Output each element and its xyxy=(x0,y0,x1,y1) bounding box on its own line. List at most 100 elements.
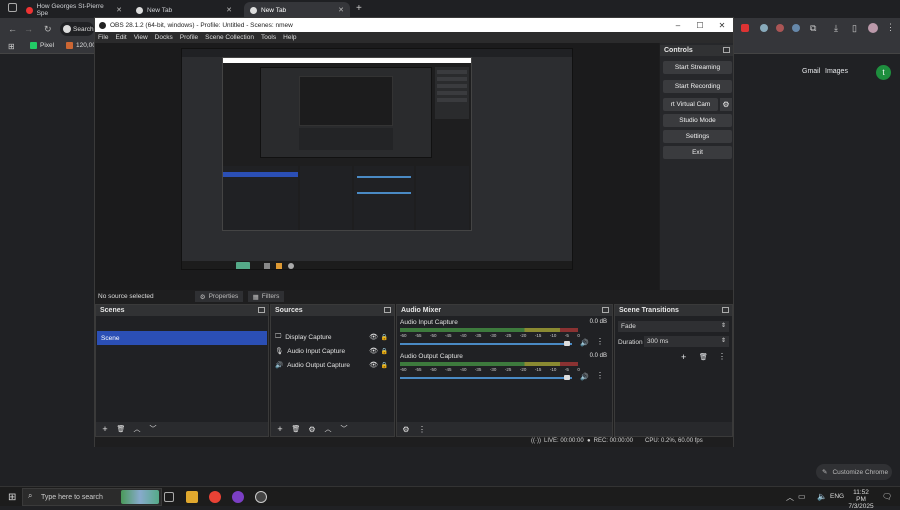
channel-menu-icon[interactable]: ⋮ xyxy=(596,371,604,380)
taskbar-clock[interactable]: 11:52 PM 7/3/2025 xyxy=(848,489,874,510)
eye-icon[interactable]: 👁 xyxy=(369,333,378,341)
images-link[interactable]: Images xyxy=(825,68,848,75)
extension-icon[interactable] xyxy=(760,24,768,32)
volume-icon[interactable]: 🔈 xyxy=(817,492,827,501)
transition-select[interactable]: Fade ⇕ xyxy=(618,321,729,332)
move-up-icon[interactable]: ︿ xyxy=(321,423,335,435)
exit-button[interactable]: Exit xyxy=(663,146,732,159)
back-icon[interactable]: ← xyxy=(8,24,17,34)
tab-search-icon[interactable] xyxy=(8,3,17,12)
menu-profile[interactable]: Profile xyxy=(180,34,198,41)
menu-tools[interactable]: Tools xyxy=(261,34,276,41)
close-icon[interactable]: ✕ xyxy=(711,18,733,32)
advanced-audio-gear-icon[interactable]: ⚙ xyxy=(399,423,413,435)
move-up-icon[interactable]: ︿ xyxy=(130,423,144,435)
network-icon[interactable]: ▭ xyxy=(798,492,806,501)
undock-icon[interactable] xyxy=(258,307,265,313)
volume-slider[interactable] xyxy=(400,377,572,379)
chrome-tab[interactable]: How Georges St-Pierre Spe ✕ xyxy=(20,2,128,18)
menu-file[interactable]: File xyxy=(98,34,108,41)
volume-slider[interactable] xyxy=(400,343,572,345)
undock-icon[interactable] xyxy=(602,307,609,313)
settings-button[interactable]: Settings xyxy=(663,130,732,143)
profile-avatar[interactable] xyxy=(868,23,878,33)
add-scene-icon[interactable]: + xyxy=(98,423,112,435)
menu-edit[interactable]: Edit xyxy=(115,34,126,41)
close-icon[interactable]: ✕ xyxy=(226,6,232,14)
speaker-mute-icon[interactable]: 🔊 xyxy=(580,339,589,347)
virtual-cam-settings-gear-icon[interactable]: ⚙ xyxy=(720,98,732,111)
preview-canvas[interactable] xyxy=(181,48,573,270)
add-transition-icon[interactable]: + xyxy=(681,352,686,362)
menu-view[interactable]: View xyxy=(134,34,148,41)
google-account-avatar[interactable]: t xyxy=(876,65,891,80)
chrome-tab[interactable]: New Tab ✕ xyxy=(130,2,238,18)
source-item-audio-output-capture[interactable]: 🔊 Audio Output Capture 👁 🔒 xyxy=(275,359,390,371)
language-indicator[interactable]: ENG xyxy=(830,493,844,500)
volume-slider-handle[interactable] xyxy=(564,375,570,380)
undock-icon[interactable] xyxy=(723,47,730,53)
volume-slider-handle[interactable] xyxy=(564,341,570,346)
undock-icon[interactable] xyxy=(384,307,391,313)
menu-help[interactable]: Help xyxy=(283,34,296,41)
forward-icon[interactable]: → xyxy=(24,24,33,34)
chrome-taskbar-icon[interactable] xyxy=(209,491,221,503)
task-view-icon[interactable] xyxy=(164,492,174,502)
properties-button[interactable]: ⚙ Properties xyxy=(195,291,243,302)
menu-icon[interactable]: ⋮ xyxy=(886,22,895,33)
move-down-icon[interactable]: ﹀ xyxy=(146,423,160,435)
lock-icon[interactable]: 🔒 xyxy=(381,334,388,341)
download-icon[interactable]: ⤓ xyxy=(834,23,838,34)
remove-source-trash-icon[interactable]: 🗑 xyxy=(289,423,303,435)
source-item-display-capture[interactable]: 🖵 Display Capture 👁 🔒 xyxy=(275,331,390,343)
sidebar-icon[interactable]: ▯ xyxy=(852,23,857,34)
remove-transition-trash-icon[interactable]: 🗑 xyxy=(699,353,708,361)
minimize-icon[interactable]: – xyxy=(667,18,689,32)
extensions-puzzle-icon[interactable]: ⧉ xyxy=(810,23,816,34)
windows-start-icon[interactable]: ⊞ xyxy=(8,492,16,503)
scene-item[interactable]: Scene xyxy=(97,331,267,345)
extension-icon[interactable] xyxy=(741,24,749,32)
obs-taskbar-icon[interactable] xyxy=(255,491,267,503)
new-tab-button[interactable]: + xyxy=(356,3,362,14)
reload-icon[interactable]: ↻ xyxy=(44,24,52,35)
file-explorer-icon[interactable] xyxy=(186,491,198,503)
taskbar-search-box[interactable]: ⌕ Type here to search xyxy=(22,488,162,506)
extension-icon[interactable] xyxy=(792,24,800,32)
close-icon[interactable]: ✕ xyxy=(338,6,344,14)
gmail-link[interactable]: Gmail xyxy=(802,68,820,75)
speaker-mute-icon[interactable]: 🔊 xyxy=(580,373,589,381)
app-taskbar-icon[interactable] xyxy=(232,491,244,503)
lock-icon[interactable]: 🔒 xyxy=(381,362,388,369)
close-icon[interactable]: ✕ xyxy=(116,6,122,14)
add-source-icon[interactable]: + xyxy=(273,423,287,435)
source-item-audio-input-capture[interactable]: 🎙 Audio Input Capture 👁 🔒 xyxy=(275,345,390,357)
notification-icon[interactable]: 🗨 xyxy=(882,492,892,501)
tray-overflow-icon[interactable]: ︿ xyxy=(786,492,794,503)
extension-icon[interactable] xyxy=(776,24,784,32)
start-streaming-button[interactable]: Start Streaming xyxy=(663,61,732,74)
eye-icon[interactable]: 👁 xyxy=(369,361,378,369)
maximize-icon[interactable]: ☐ xyxy=(689,18,711,32)
chrome-tab-active[interactable]: New Tab ✕ xyxy=(244,2,350,18)
menu-docks[interactable]: Docks xyxy=(155,34,173,41)
lock-icon[interactable]: 🔒 xyxy=(381,348,388,355)
duration-spinbox[interactable]: 300 ms ⇕ xyxy=(644,336,729,347)
remove-scene-trash-icon[interactable]: 🗑 xyxy=(114,423,128,435)
move-down-icon[interactable]: ﹀ xyxy=(337,423,351,435)
mixer-menu-icon[interactable]: ⋮ xyxy=(415,423,429,435)
source-properties-gear-icon[interactable]: ⚙ xyxy=(305,423,319,435)
virtual-cam-button[interactable]: rt Virtual Cam xyxy=(663,98,718,111)
filters-button[interactable]: ▦ Filters xyxy=(248,291,284,302)
channel-menu-icon[interactable]: ⋮ xyxy=(596,337,604,346)
transition-menu-icon[interactable]: ⋮ xyxy=(718,352,726,361)
menu-scene-collection[interactable]: Scene Collection xyxy=(205,34,254,41)
eye-icon[interactable]: 👁 xyxy=(369,347,378,355)
undock-icon[interactable] xyxy=(722,307,729,313)
bookmark-item[interactable]: Pixel xyxy=(30,42,54,49)
omnibox[interactable]: Search xyxy=(60,22,94,36)
customize-chrome-button[interactable]: ✎ Customize Chrome xyxy=(816,464,892,480)
start-recording-button[interactable]: Start Recording xyxy=(663,80,732,93)
studio-mode-button[interactable]: Studio Mode xyxy=(663,114,732,127)
apps-grid-icon[interactable]: ⊞ xyxy=(8,42,15,51)
